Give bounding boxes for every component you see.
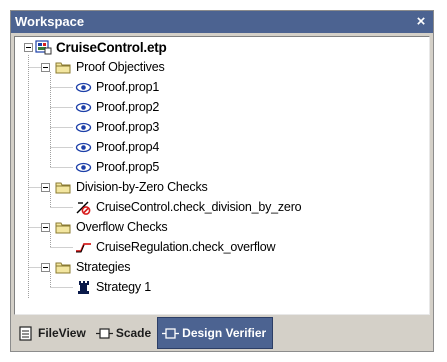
item-label: CruiseControl.check_division_by_zero	[96, 200, 302, 214]
tree-item-proof-prop3[interactable]: Proof.prop3	[75, 117, 159, 137]
item-label: CruiseRegulation.check_overflow	[96, 240, 276, 254]
tree-item-check-division-by-zero[interactable]: CruiseControl.check_division_by_zero	[75, 197, 302, 217]
tab-fileview[interactable]: FileView	[14, 317, 92, 349]
tree-group-strategies[interactable]: Strategies	[55, 257, 130, 277]
tree-item-proof-prop1[interactable]: Proof.prop1	[75, 77, 159, 97]
group-expander-proof-objectives[interactable]	[41, 63, 50, 72]
fileview-icon	[18, 325, 35, 341]
tree-item-check-overflow[interactable]: CruiseRegulation.check_overflow	[75, 237, 276, 257]
group-expander-strategies[interactable]	[41, 263, 50, 272]
tree-group-proof-objectives[interactable]: Proof Objectives	[55, 57, 165, 77]
group-label: Overflow Checks	[76, 220, 168, 234]
tree-root-item[interactable]: CruiseControl.etp	[35, 37, 167, 57]
item-label: Strategy 1	[96, 280, 151, 294]
eye-icon	[75, 140, 92, 155]
item-label: Proof.prop5	[96, 160, 160, 174]
tab-label: Design Verifier	[182, 326, 267, 340]
eye-icon	[75, 160, 92, 175]
root-expander[interactable]	[24, 43, 33, 52]
eye-icon	[75, 100, 92, 115]
strategy-icon	[75, 280, 92, 295]
division-check-icon	[75, 200, 92, 215]
workspace-tree: CruiseControl.etp Proof Objectives Proof…	[14, 36, 430, 315]
item-label: Proof.prop4	[96, 140, 160, 154]
close-icon[interactable]: ×	[413, 11, 429, 33]
tab-label: FileView	[38, 326, 86, 340]
group-expander-overflow-checks[interactable]	[41, 223, 50, 232]
folder-icon	[55, 220, 72, 235]
workspace-tabbar: FileView Scade Design Verifier	[14, 317, 430, 349]
tree-root-label: CruiseControl.etp	[56, 39, 167, 55]
tree-item-strategy-1[interactable]: Strategy 1	[75, 277, 151, 297]
folder-icon	[55, 180, 72, 195]
tree-group-division-by-zero[interactable]: Division-by-Zero Checks	[55, 177, 208, 197]
workspace-window: Workspace × CruiseControl.etp Proof Obje…	[10, 10, 434, 352]
item-label: Proof.prop1	[96, 80, 160, 94]
tab-design-verifier[interactable]: Design Verifier	[157, 317, 274, 349]
overflow-check-icon	[75, 240, 92, 255]
eye-icon	[75, 80, 92, 95]
item-label: Proof.prop2	[96, 100, 160, 114]
group-label: Proof Objectives	[76, 60, 165, 74]
design-verifier-icon	[162, 326, 180, 341]
group-label: Strategies	[76, 260, 131, 274]
workspace-titlebar: Workspace ×	[11, 11, 433, 33]
folder-icon	[55, 260, 72, 275]
group-label: Division-by-Zero Checks	[76, 180, 208, 194]
group-expander-division-by-zero[interactable]	[41, 183, 50, 192]
folder-icon	[55, 60, 72, 75]
tab-scade[interactable]: Scade	[92, 317, 157, 349]
tab-label: Scade	[115, 326, 152, 340]
tree-group-overflow-checks[interactable]: Overflow Checks	[55, 217, 168, 237]
scade-icon	[95, 326, 113, 341]
tree-item-proof-prop4[interactable]: Proof.prop4	[75, 137, 159, 157]
tree-item-proof-prop5[interactable]: Proof.prop5	[75, 157, 159, 177]
eye-icon	[75, 120, 92, 135]
item-label: Proof.prop3	[96, 120, 160, 134]
tree-item-proof-prop2[interactable]: Proof.prop2	[75, 97, 159, 117]
workspace-title: Workspace	[15, 14, 85, 29]
project-icon	[35, 39, 52, 55]
